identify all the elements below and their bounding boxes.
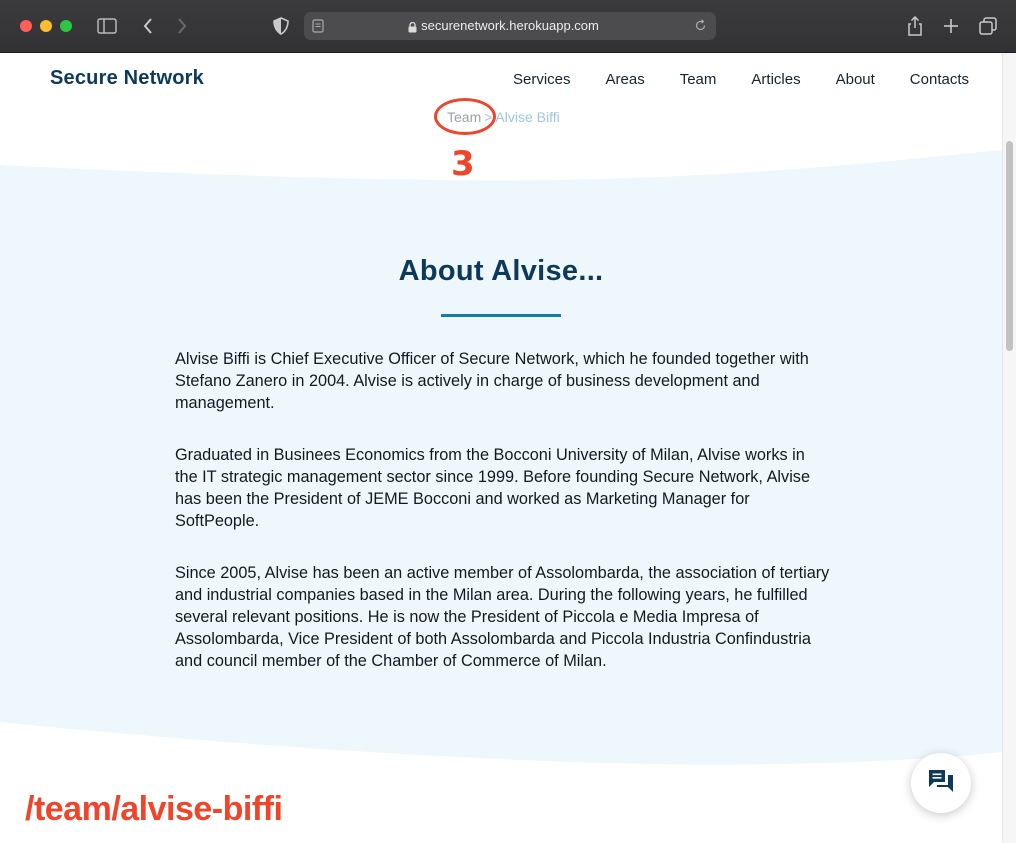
forward-icon[interactable] xyxy=(171,15,193,37)
nav-item-team[interactable]: Team xyxy=(680,71,717,88)
chat-button[interactable] xyxy=(911,753,971,813)
chat-icon xyxy=(927,768,955,799)
bio-paragraph-2: Graduated in Businees Economics from the… xyxy=(175,446,811,530)
shield-icon[interactable] xyxy=(270,15,292,37)
back-icon[interactable] xyxy=(137,15,159,37)
annotation-url-path: /team/alvise-biffi xyxy=(25,790,283,828)
tabs-icon[interactable] xyxy=(977,15,999,37)
browser-toolbar: securenetwork.herokuapp.com xyxy=(0,0,1016,53)
nav-item-services[interactable]: Services xyxy=(513,71,571,88)
annotation-step-number: 3 xyxy=(451,144,475,184)
content-background-band xyxy=(0,150,1002,765)
minimize-window-button[interactable] xyxy=(40,20,52,32)
address-bar[interactable]: securenetwork.herokuapp.com xyxy=(304,12,716,40)
zoom-window-button[interactable] xyxy=(60,20,72,32)
share-icon[interactable] xyxy=(904,15,926,37)
brand-logo[interactable]: Secure Network xyxy=(50,67,204,90)
sidebar-icon[interactable] xyxy=(96,15,118,37)
bio-paragraph-3: Since 2005, Alvise has been an active me… xyxy=(175,564,830,670)
bio-paragraph-1: Alvise Biffi is Chief Executive Officer … xyxy=(175,350,809,412)
close-window-button[interactable] xyxy=(20,20,32,32)
annotation-circle xyxy=(434,98,496,135)
main-nav: Services Areas Team Articles About Conta… xyxy=(513,71,969,88)
scrollbar-thumb[interactable] xyxy=(1006,141,1013,351)
reload-icon[interactable] xyxy=(694,19,707,37)
breadcrumb-current: Alvise Biffi xyxy=(495,109,560,125)
plus-icon[interactable] xyxy=(940,15,962,37)
nav-item-contacts[interactable]: Contacts xyxy=(910,71,969,88)
page-title: About Alvise... xyxy=(398,255,604,287)
title-underline xyxy=(441,314,561,317)
page-scrollbar[interactable] xyxy=(1002,53,1016,843)
nav-item-articles[interactable]: Articles xyxy=(751,71,800,88)
nav-item-areas[interactable]: Areas xyxy=(606,71,645,88)
url-text: securenetwork.herokuapp.com xyxy=(421,18,599,33)
nav-item-about[interactable]: About xyxy=(836,71,875,88)
